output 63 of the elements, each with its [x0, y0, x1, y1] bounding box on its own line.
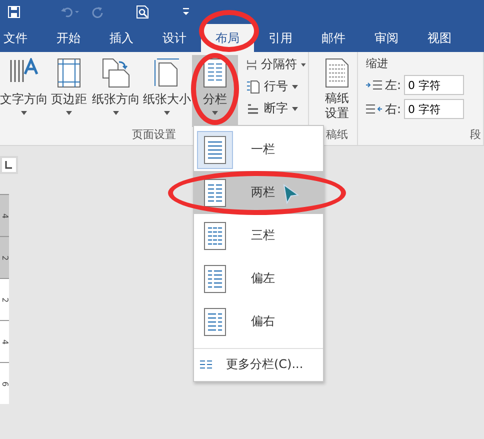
column-layout-icon [204, 308, 226, 336]
ruler-number: 2 [0, 254, 8, 260]
menu-item[interactable]: 偏右 [194, 300, 323, 343]
column-layout-icon [204, 136, 226, 164]
paper-size-icon [152, 58, 182, 88]
field-label: 左: [385, 76, 402, 94]
group-label: 稿纸 [326, 127, 348, 143]
field-label: 右: [385, 100, 402, 118]
column-layout-icon [204, 264, 226, 292]
margins-icon [56, 58, 82, 88]
ribbon-button[interactable]: 稿纸设置 [323, 55, 351, 127]
ruler-number: 4 [0, 212, 8, 218]
ribbon-tab[interactable]: 文件 [0, 24, 42, 52]
menu-item[interactable]: 一栏 [194, 128, 323, 171]
indent-left-icon [366, 80, 382, 90]
ribbon-tab[interactable]: 引用 [254, 24, 307, 52]
group-label: 段 [470, 127, 481, 142]
ribbon-tab[interactable]: 设计 [148, 24, 201, 52]
ribbon-tab[interactable]: 视图 [413, 24, 466, 52]
page-orientation-icon [101, 58, 131, 88]
columns-icon [200, 360, 212, 369]
ribbon-button[interactable]: 纸张大小 [142, 55, 192, 127]
tab-stop-icon[interactable] [0, 156, 18, 174]
indent-heading: 缩进 [366, 56, 389, 71]
group-label: 页面设置 [132, 127, 176, 143]
caret-icon [301, 62, 306, 66]
indent-field[interactable]: 0 字符 [404, 75, 464, 95]
more-columns-item[interactable]: 更多分栏(C)... [194, 354, 323, 375]
save-icon[interactable] [8, 6, 20, 18]
ribbon-button[interactable]: 纸张方向 [90, 55, 142, 127]
line-numbers-icon [246, 80, 260, 94]
ribbon-button[interactable]: 断字 [244, 99, 308, 118]
ribbon-button[interactable]: 页边距 [48, 55, 90, 127]
caret-icon [164, 111, 170, 115]
column-layout-icon [204, 178, 226, 206]
ribbon-tab[interactable]: 邮件 [307, 24, 360, 52]
ruler-number: 6 [0, 380, 8, 386]
ribbon-button[interactable]: 分隔符 [244, 55, 308, 74]
ruler-number: 4 [0, 338, 8, 344]
menu-item[interactable]: 偏左 [194, 257, 323, 300]
caret-icon [292, 106, 298, 110]
caret-icon [212, 111, 218, 115]
ribbon-tab[interactable]: 开始 [42, 24, 95, 52]
mouse-pointer-icon [283, 184, 299, 204]
ribbon-button[interactable]: 行号 [244, 77, 308, 96]
ribbon-button[interactable]: 文字方向 [0, 55, 48, 127]
breaks-icon [246, 58, 258, 72]
manuscript-paper-icon [325, 58, 349, 88]
indent-field[interactable]: 0 字符 [404, 99, 464, 119]
caret-icon [113, 111, 119, 115]
hyphenation-icon [246, 102, 260, 116]
caret-icon [21, 111, 27, 115]
ribbon-tab[interactable]: 插入 [95, 24, 148, 52]
ruler-number: 2 [0, 296, 8, 302]
column-layout-icon [204, 222, 226, 250]
print-preview-icon[interactable] [136, 5, 150, 19]
caret-icon [66, 111, 72, 115]
indent-right-icon [366, 104, 382, 114]
menu-item[interactable]: 三栏 [194, 214, 323, 257]
ribbon-tab[interactable]: 审阅 [360, 24, 413, 52]
caret-icon [292, 84, 298, 88]
customize-caret-icon[interactable] [182, 7, 190, 17]
columns-icon [203, 58, 227, 88]
